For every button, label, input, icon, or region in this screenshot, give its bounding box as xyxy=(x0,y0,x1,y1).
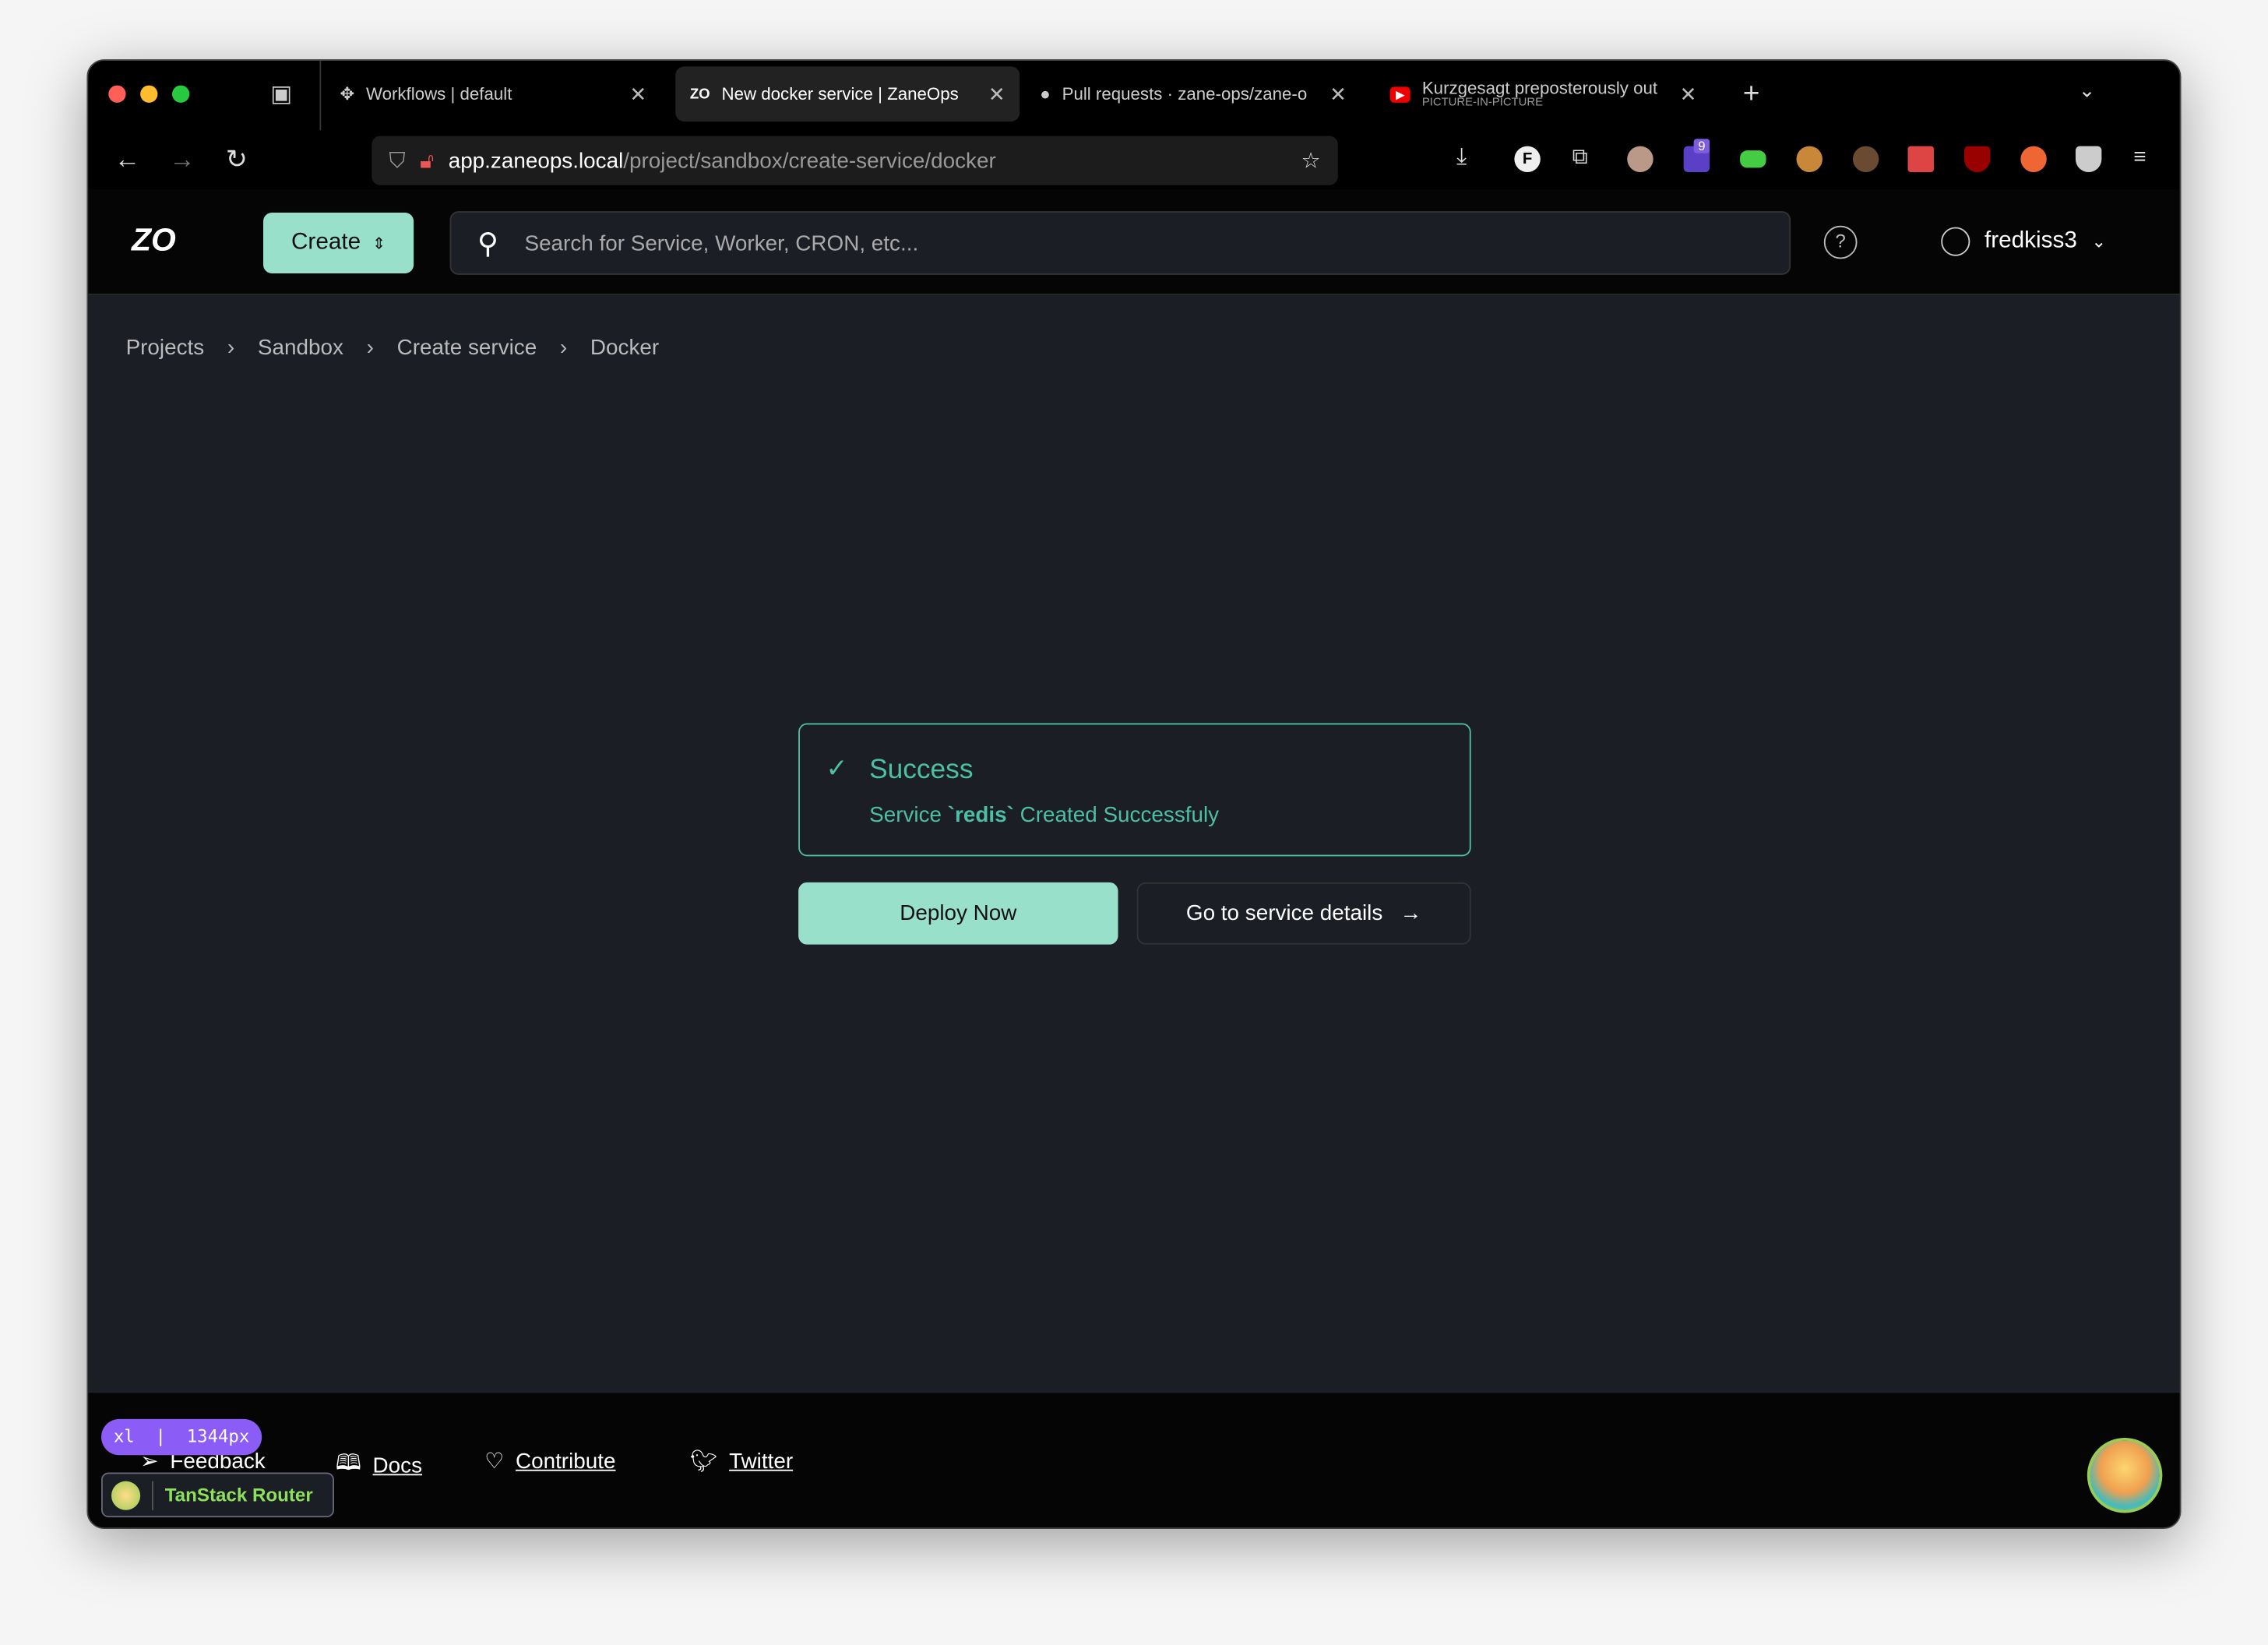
lock-icon: 🔓︎ xyxy=(420,148,435,173)
close-window-button[interactable] xyxy=(108,85,126,103)
browser-window: ▣ ✥ Workflows | default ✕ ZO New docker … xyxy=(86,59,2182,1529)
breakpoint-badge: xl | 1344px xyxy=(100,1418,262,1456)
create-label: Create xyxy=(291,230,361,255)
arrow-right-icon: → xyxy=(1400,900,1422,926)
github-icon: ● xyxy=(1040,83,1051,104)
divider xyxy=(151,1480,153,1509)
extension-f-icon[interactable]: F xyxy=(1514,146,1541,172)
tab-overview-icon[interactable]: ▣ xyxy=(270,79,292,108)
search-input[interactable]: ⚲ Search for Service, Worker, CRON, etc.… xyxy=(449,211,1791,275)
forward-button[interactable]: → xyxy=(169,145,195,175)
deploy-label: Deploy Now xyxy=(900,900,1017,926)
zaneops-logo[interactable]: ZO xyxy=(132,221,176,259)
breadcrumb-docker: Docker xyxy=(590,335,660,361)
tanstack-label: TanStack Router xyxy=(164,1484,313,1506)
cookie-dark-icon[interactable] xyxy=(1852,146,1879,172)
tab-youtube[interactable]: ▶ Kurzgesagt preposterously out PICTURE-… xyxy=(1375,66,1711,122)
tab-label: Pull requests · zane-ops/zane-o xyxy=(1062,83,1308,104)
divider xyxy=(319,60,322,131)
twitter-link[interactable]: 🐦︎ Twitter xyxy=(690,1448,793,1474)
tab-label: Workflows | default xyxy=(365,83,512,104)
check-icon: ✓ xyxy=(826,753,848,783)
reload-button[interactable]: ↻ xyxy=(226,145,248,175)
user-menu[interactable]: fredkiss3 ⌄ xyxy=(1941,227,2106,256)
shield-icon: ⛉ xyxy=(389,148,406,173)
success-alert: ✓ Success Service `redis` Created Succes… xyxy=(798,723,1471,857)
extensions-puzzle-icon[interactable]: ⧉ xyxy=(1572,145,1588,170)
heart-handshake-icon: ♡ xyxy=(484,1449,505,1474)
contribute-link[interactable]: ♡ Contribute xyxy=(484,1448,615,1474)
bookmark-star-icon[interactable]: ☆ xyxy=(1301,147,1321,174)
duckduckgo-icon[interactable] xyxy=(2020,146,2047,172)
breadcrumb-sandbox[interactable]: Sandbox xyxy=(258,336,343,361)
downloads-icon[interactable]: ⤓ xyxy=(1456,145,1467,171)
create-button[interactable]: Create ⇕ xyxy=(262,212,414,273)
minimize-window-button[interactable] xyxy=(140,85,158,103)
close-tab-icon[interactable]: ✕ xyxy=(629,82,646,107)
chevron-right-icon: › xyxy=(559,335,568,361)
go-to-service-details-button[interactable]: Go to service details → xyxy=(1136,882,1471,945)
url-path: /project/sandbox/create-service/docker xyxy=(623,148,996,173)
chevron-right-icon: › xyxy=(227,335,235,361)
chevron-updown-icon: ⇕ xyxy=(372,234,386,253)
search-icon: ⚲ xyxy=(477,227,499,260)
extension-red-icon[interactable] xyxy=(1907,146,1934,172)
tanstack-router-devtools-button[interactable]: TanStack Router xyxy=(100,1472,334,1518)
search-placeholder: Search for Service, Worker, CRON, etc... xyxy=(524,231,919,255)
extension-green-icon[interactable] xyxy=(1740,150,1766,168)
breadcrumb: Projects › Sandbox › Create service › Docke… xyxy=(126,336,660,361)
tab-label: New docker service | ZaneOps xyxy=(721,83,959,104)
service-name: `redis` xyxy=(947,802,1014,828)
alert-title: Success xyxy=(869,755,974,786)
tab-workflows[interactable]: ✥ Workflows | default ✕ xyxy=(326,66,661,122)
extension-badge: 9 xyxy=(1693,139,1710,153)
tab-github[interactable]: ● Pull requests · zane-ops/zane-o ✕ xyxy=(1026,66,1361,122)
app-header: ZO Create ⇕ ⚲ Search for Service, Worker… xyxy=(88,189,2180,295)
address-bar[interactable]: ⛉ 🔓︎ app.zaneops.local/project/sandbox/c… xyxy=(372,136,1338,185)
main-content: Projects › Sandbox › Create service › Docke… xyxy=(88,294,2180,1393)
close-tab-icon[interactable]: ✕ xyxy=(988,82,1005,107)
youtube-icon: ▶ xyxy=(1389,86,1410,102)
username: fredkiss3 xyxy=(1984,228,2077,253)
chevron-down-icon: ⌄ xyxy=(2091,231,2107,252)
extension-face-icon[interactable] xyxy=(1627,146,1653,172)
query-devtools-avatar[interactable] xyxy=(2087,1437,2163,1513)
chevron-right-icon: › xyxy=(366,335,374,361)
new-tab-button[interactable]: + xyxy=(1743,78,1760,111)
breadcrumb-create-service[interactable]: Create service xyxy=(397,336,537,361)
workflow-icon: ✥ xyxy=(340,83,355,104)
bitwarden-icon[interactable] xyxy=(2075,146,2102,172)
tab-label: Kurzgesagt preposterously out xyxy=(1421,77,1658,98)
maximize-window-button[interactable] xyxy=(171,85,190,103)
menu-icon[interactable]: ≡ xyxy=(2133,145,2146,170)
ublock-icon[interactable] xyxy=(1963,146,1991,172)
tab-zaneops[interactable]: ZO New docker service | ZaneOps ✕ xyxy=(675,66,1020,122)
twitter-icon: 🐦︎ xyxy=(689,1449,718,1474)
deploy-now-button[interactable]: Deploy Now xyxy=(798,882,1118,945)
docs-link[interactable]: 🕮︎ Docs xyxy=(336,1448,422,1484)
tab-list-chevron-icon[interactable]: ⌄ xyxy=(2079,78,2096,103)
back-button[interactable]: ← xyxy=(114,145,140,175)
alert-message: Service `redis` Created Successfuly xyxy=(869,802,1220,828)
cookie-icon[interactable] xyxy=(1796,146,1822,172)
user-circle-icon xyxy=(1941,227,1970,256)
pip-label: PICTURE-IN-PICTURE xyxy=(1421,95,1544,109)
footer: ➢ Feedback 🕮︎ Docs ♡ Contribute 🐦︎ Twitter x… xyxy=(88,1393,2180,1528)
url-domain: app.zaneops.local xyxy=(448,148,624,173)
help-icon[interactable]: ? xyxy=(1823,225,1858,259)
tanstack-logo xyxy=(111,1480,141,1509)
zaneops-favicon: ZO xyxy=(689,86,710,102)
details-label: Go to service details xyxy=(1185,900,1383,926)
close-tab-icon[interactable]: ✕ xyxy=(1680,82,1697,107)
breadcrumb-projects[interactable]: Projects xyxy=(126,336,205,361)
close-tab-icon[interactable]: ✕ xyxy=(1329,82,1347,107)
book-icon: 🕮︎ xyxy=(335,1450,361,1476)
